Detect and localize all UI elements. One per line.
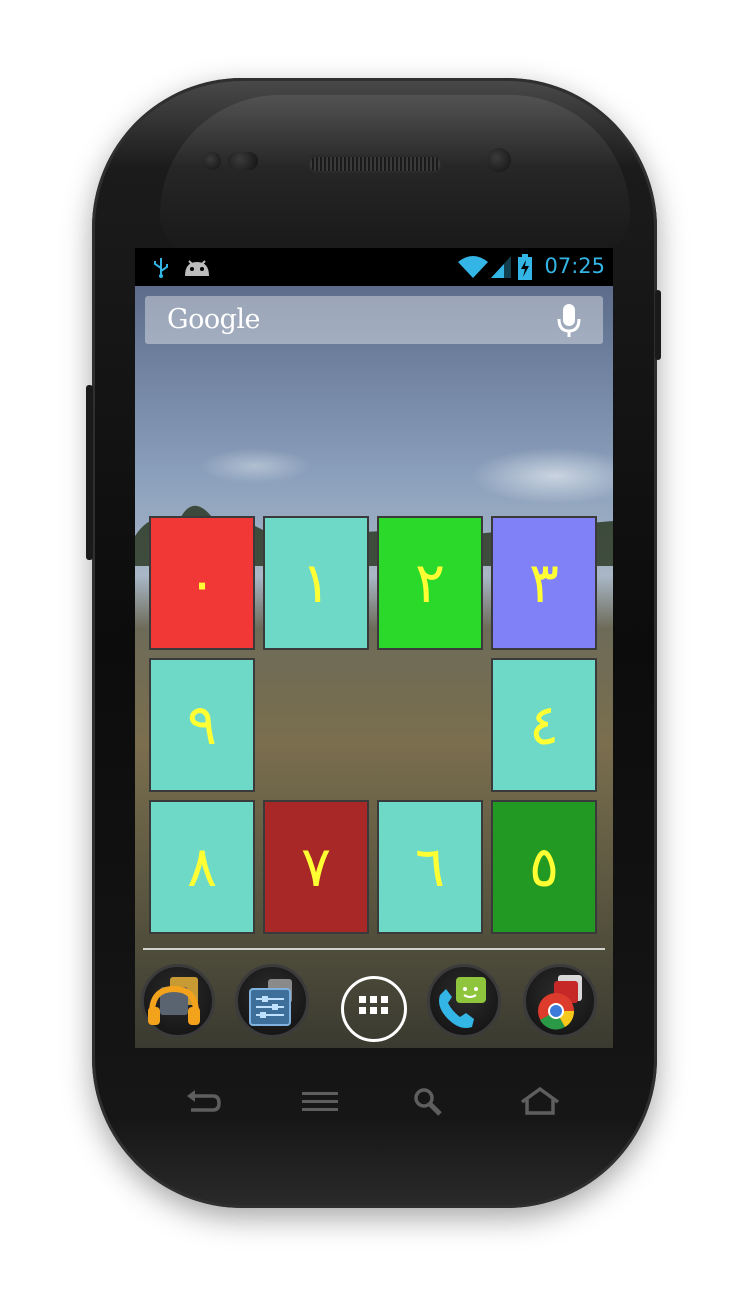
status-bar: 07:25	[135, 248, 613, 286]
tile-3[interactable]: ٣	[491, 516, 597, 650]
proximity-sensor	[203, 152, 221, 170]
dock-divider	[143, 948, 605, 950]
status-clock: 07:25	[544, 254, 605, 278]
tile-1[interactable]: ١	[263, 516, 369, 650]
tile-8[interactable]: ٨	[149, 800, 255, 934]
tile-9[interactable]: ٩	[149, 658, 255, 792]
google-search-bar[interactable]: Google	[145, 296, 603, 344]
wifi-icon	[458, 256, 488, 278]
menu-icon[interactable]	[302, 1090, 338, 1114]
back-icon[interactable]	[185, 1088, 223, 1118]
front-camera	[487, 148, 511, 172]
tile-7[interactable]: ٧	[263, 800, 369, 934]
battery-charging-icon	[518, 254, 532, 280]
settings-folder-icon[interactable]	[235, 964, 309, 1038]
tile-6[interactable]: ٦	[377, 800, 483, 934]
tile-2[interactable]: ٢	[377, 516, 483, 650]
chrome-folder-icon[interactable]	[523, 964, 597, 1038]
signal-icon	[491, 256, 511, 278]
microphone-icon[interactable]	[557, 304, 581, 338]
home-icon[interactable]	[518, 1086, 562, 1116]
app-drawer-icon[interactable]	[341, 976, 407, 1042]
usb-icon	[154, 258, 168, 278]
search-icon[interactable]	[412, 1086, 444, 1118]
google-search-label: Google	[167, 304, 260, 335]
power-button	[655, 290, 661, 360]
tile-4[interactable]: ٤	[491, 658, 597, 792]
earpiece-speaker	[308, 155, 442, 173]
android-debug-icon	[185, 260, 209, 276]
screen: 07:25 Google ٠ ١ ٢ ٣ ٤ ٥ ٦ ٧ ٨ ٩	[135, 248, 613, 1048]
tile-5[interactable]: ٥	[491, 800, 597, 934]
tile-0[interactable]: ٠	[149, 516, 255, 650]
volume-button	[86, 385, 93, 560]
phone-messaging-folder-icon[interactable]	[427, 964, 501, 1038]
light-sensor	[228, 152, 258, 170]
phone-gloss	[160, 95, 630, 255]
music-folder-icon[interactable]	[141, 964, 215, 1038]
